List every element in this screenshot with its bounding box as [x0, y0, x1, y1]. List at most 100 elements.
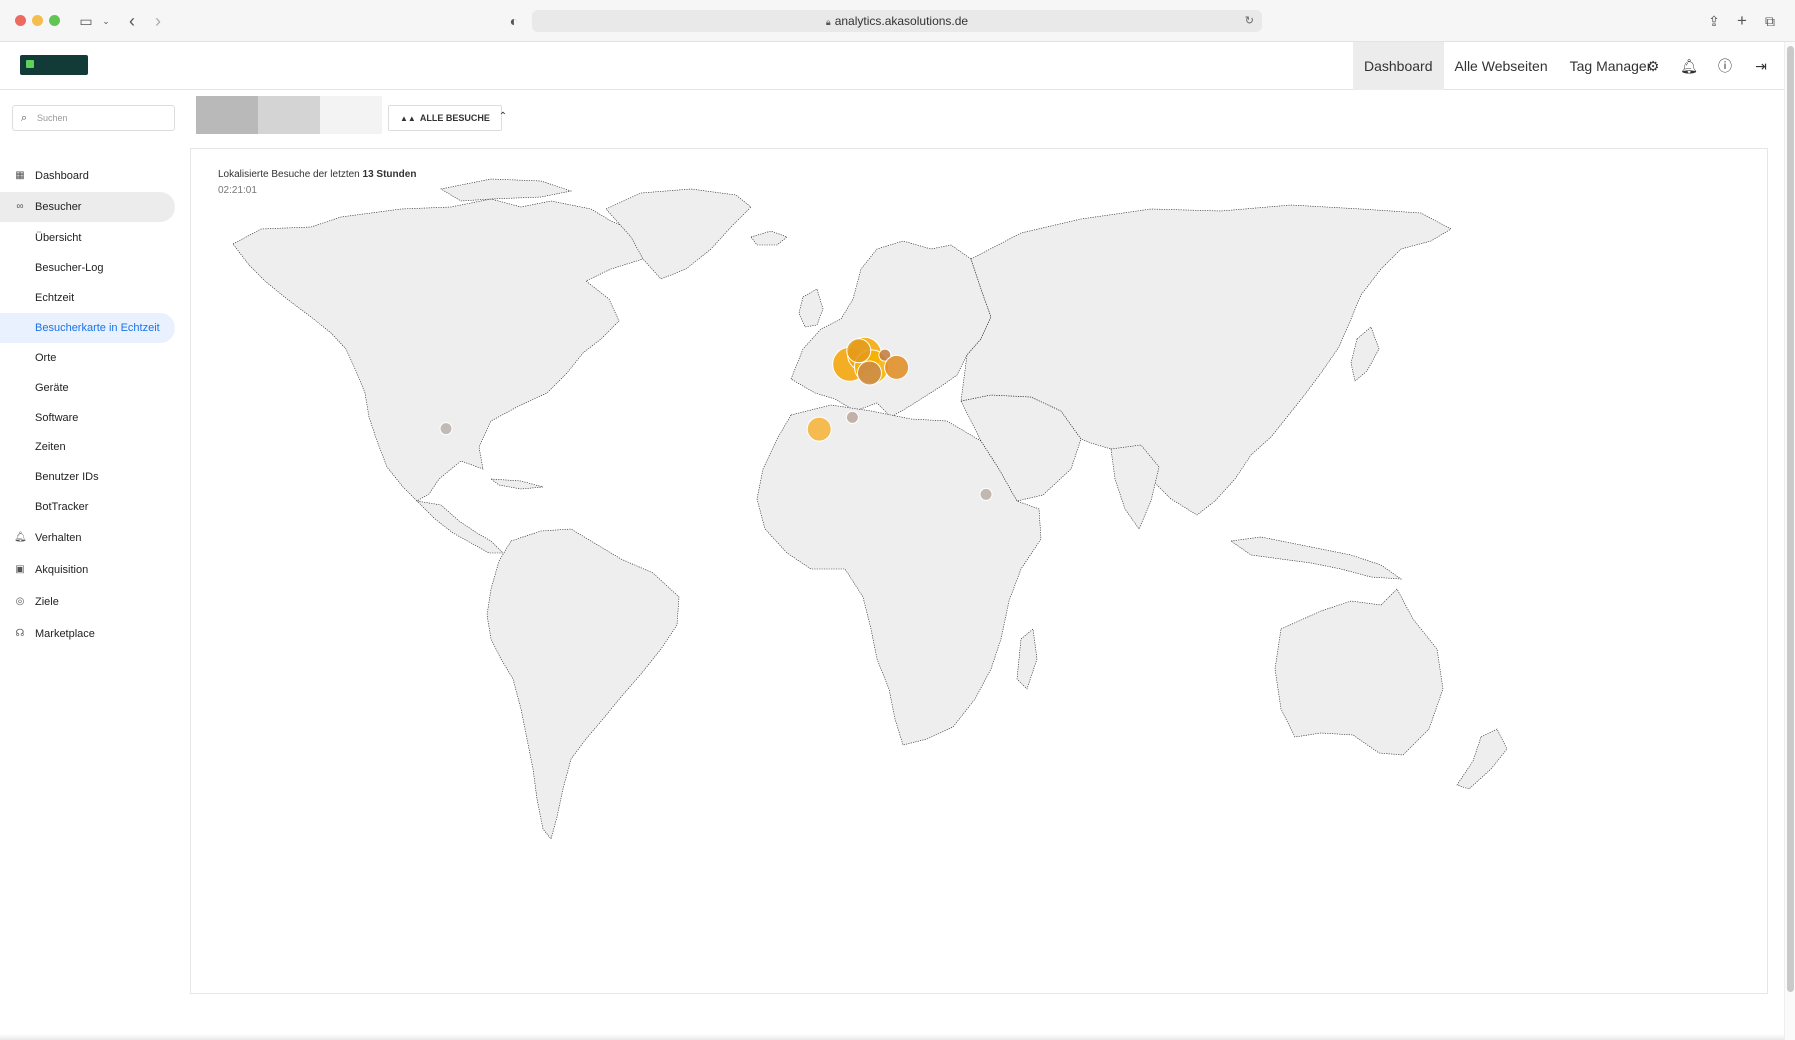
app-header: akasolutions Dashboard Alle Webseiten Ta… — [0, 42, 1784, 90]
bell-icon[interactable]: 🔔︎ — [1679, 56, 1699, 76]
sidebar-item-label: Besucher-Log — [35, 262, 104, 274]
land-indonesia — [1230, 536, 1403, 580]
forward-icon[interactable]: › — [150, 12, 166, 30]
search-placeholder: Suchen — [37, 113, 68, 123]
land-layer — [232, 178, 1508, 840]
sidebar-item-label: Ziele — [35, 596, 59, 608]
sidebar-item-uebersicht[interactable]: Übersicht — [0, 223, 175, 253]
logo[interactable]: akasolutions — [20, 55, 88, 90]
tab-overview-icon[interactable]: ⧉ — [1762, 12, 1778, 30]
sidebar-item-besucherkarte-in-echtzeit[interactable]: Besucherkarte in Echtzeit — [0, 313, 175, 343]
sidebar-item-geraete[interactable]: Geräte — [0, 373, 175, 403]
address-bar[interactable]: 🔒︎ analytics.akasolutions.de ↻ — [532, 10, 1262, 32]
close-window-button[interactable] — [15, 15, 26, 26]
sidebar-item-label: Geräte — [35, 382, 69, 394]
binoculars-icon: ∞ — [16, 201, 24, 212]
sidebar-item-label: Software — [35, 412, 79, 424]
sidebar-item-label: Verhalten — [35, 532, 82, 544]
lock-icon: 🔒︎ — [825, 17, 831, 27]
privacy-shield-icon[interactable]: ◐ — [506, 12, 522, 30]
all-visits-button[interactable]: ▲▲ ALLE BESUCHE — [388, 105, 502, 131]
new-tab-icon[interactable]: + — [1734, 12, 1750, 30]
visit-bubble[interactable] — [979, 487, 993, 501]
logo-mark-icon — [26, 60, 34, 68]
sidebar-item-dashboard[interactable]: ▦ Dashboard — [0, 161, 175, 191]
grid-icon: ▦ — [15, 170, 25, 181]
sidebar-item-label: Orte — [35, 352, 57, 364]
sidebar-item-ziele[interactable]: ◎ Ziele — [0, 587, 175, 617]
land-britain — [798, 288, 824, 328]
period-segment-3[interactable] — [320, 96, 382, 134]
all-visits-label: ALLE BESUCHE — [419, 113, 490, 123]
land-central-america — [416, 500, 504, 554]
url-text: analytics.akasolutions.de — [834, 14, 969, 28]
sidebar-item-bottracker[interactable]: BotTracker — [0, 492, 175, 522]
target-icon: ◎ — [15, 596, 25, 607]
page-scrollbar[interactable] — [1784, 42, 1795, 1040]
sidebar-item-label: Benutzer IDs — [35, 471, 99, 483]
search-icon: ⌕ — [21, 112, 28, 124]
bell-icon: 🔔︎ — [14, 532, 27, 543]
browser-toolbar: ▭ ⌄ ‹ › ◐ 🔒︎ analytics.akasolutions.de ↻ … — [0, 0, 1795, 42]
sidebar-item-zeiten[interactable]: Zeiten — [0, 432, 175, 462]
sidebar-item-echtzeit[interactable]: Echtzeit — [0, 283, 175, 313]
top-nav: Dashboard Alle Webseiten Tag Manager — [1353, 42, 1662, 90]
back-icon[interactable]: ‹ — [124, 12, 140, 30]
sidebar-item-label: Besucher — [35, 201, 82, 213]
land-south-america — [486, 528, 680, 840]
land-iceland — [750, 230, 788, 246]
period-segment-1[interactable] — [196, 96, 258, 134]
visit-bubble[interactable] — [884, 354, 910, 380]
visit-bubble[interactable] — [806, 416, 832, 442]
collapse-up-icon[interactable]: ⌃ — [496, 108, 510, 126]
sidebar-item-besucher-log[interactable]: Besucher-Log — [0, 253, 175, 283]
sidebar-item-software[interactable]: Software — [0, 403, 175, 433]
sidebar-item-label: Akquisition — [35, 564, 89, 576]
group-icon: ▲▲ — [400, 114, 416, 123]
nav-alle-webseiten[interactable]: Alle Webseiten — [1444, 42, 1559, 90]
land-japan — [1350, 326, 1380, 382]
sidebar-item-verhalten[interactable]: 🔔︎ Verhalten — [0, 523, 175, 553]
period-segment-2[interactable] — [258, 96, 320, 134]
visit-bubble[interactable] — [846, 338, 872, 364]
sidebar-item-marketplace[interactable]: ☊ Marketplace — [0, 619, 175, 649]
gear-icon[interactable]: ⚙ — [1643, 56, 1663, 76]
sidebar: ⌕ Suchen ▦ Dashboard ∞ Besucher Übersicht … — [0, 91, 190, 1040]
logout-icon[interactable]: ⇥ — [1751, 56, 1771, 76]
chevron-down-icon[interactable]: ⌄ — [100, 12, 112, 30]
search-input[interactable]: ⌕ Suchen — [12, 105, 175, 131]
visit-bubble[interactable] — [439, 422, 453, 436]
land-cuba — [490, 478, 544, 490]
sidebar-item-orte[interactable]: Orte — [0, 343, 175, 373]
zoom-window-button[interactable] — [49, 15, 60, 26]
minimize-window-button[interactable] — [32, 15, 43, 26]
sidebar-toggle-icon[interactable]: ▭ — [76, 12, 96, 30]
nav-dashboard[interactable]: Dashboard — [1353, 42, 1444, 90]
land-north-america — [232, 198, 662, 502]
scrollbar-thumb[interactable] — [1787, 46, 1794, 992]
bottom-edge — [0, 1034, 1784, 1040]
sidebar-item-benutzer-ids[interactable]: Benutzer IDs — [0, 462, 175, 492]
sidebar-item-label: BotTracker — [35, 501, 89, 513]
world-map[interactable] — [191, 149, 1769, 995]
land-madagascar — [1016, 628, 1038, 690]
visit-bubble[interactable] — [845, 410, 859, 424]
visit-bubble[interactable] — [856, 360, 882, 386]
acquisition-icon: ▣ — [15, 564, 25, 575]
land-australia — [1274, 588, 1444, 756]
sidebar-item-label: Echtzeit — [35, 292, 75, 304]
land-arctic-islands — [440, 178, 573, 202]
share-icon[interactable]: ⇪ — [1706, 12, 1722, 30]
logo-text: akasolutions — [26, 79, 82, 90]
land-europe — [790, 240, 992, 418]
info-icon[interactable]: ⓘ — [1715, 56, 1735, 76]
realtime-map-card: Lokalisierte Besuche der letzten 13 Stun… — [190, 148, 1768, 994]
reload-icon[interactable]: ↻ — [1245, 10, 1254, 32]
sidebar-item-label: Marketplace — [35, 628, 95, 640]
sidebar-item-label: Dashboard — [35, 170, 89, 182]
sidebar-item-label: Übersicht — [35, 232, 82, 244]
land-new-zealand — [1456, 728, 1508, 790]
sidebar-item-besucher[interactable]: ∞ Besucher — [0, 192, 175, 222]
sidebar-item-akquisition[interactable]: ▣ Akquisition — [0, 555, 175, 585]
marketplace-icon: ☊ — [15, 628, 25, 639]
